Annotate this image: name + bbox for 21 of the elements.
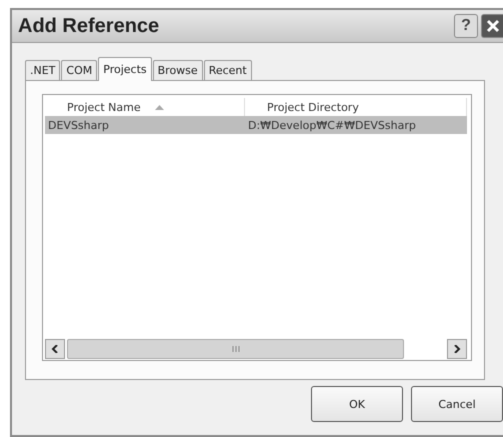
close-button[interactable] bbox=[481, 14, 503, 38]
table-cell-text: DEVSsharp bbox=[47, 118, 110, 134]
dialog-button[interactable]: Cancel bbox=[411, 386, 503, 422]
tab[interactable]: Projects bbox=[98, 57, 152, 81]
tab[interactable]: Recent bbox=[204, 60, 252, 81]
scrollbar-thumb[interactable] bbox=[67, 339, 404, 359]
list-row[interactable]: DEVSsharp D:₩Develop₩C#₩DEVSsharp bbox=[45, 116, 467, 134]
close-icon bbox=[486, 19, 500, 33]
help-button[interactable]: ? bbox=[454, 14, 478, 38]
dialog-button[interactable]: OK bbox=[311, 386, 403, 422]
window-title: Add Reference bbox=[18, 14, 160, 38]
tab[interactable]: COM bbox=[61, 60, 98, 81]
sort-up-icon bbox=[154, 104, 164, 110]
scroll-left-button[interactable] bbox=[45, 339, 65, 359]
chevron-right-icon bbox=[453, 345, 461, 353]
tab[interactable]: Browse bbox=[152, 60, 203, 81]
grip-icon bbox=[232, 346, 240, 352]
table-cell-text: D:₩Develop₩C#₩DEVSsharp bbox=[247, 118, 417, 134]
tab[interactable]: .NET bbox=[25, 60, 60, 81]
chevron-left-icon bbox=[51, 345, 59, 353]
scroll-right-button[interactable] bbox=[447, 339, 467, 359]
